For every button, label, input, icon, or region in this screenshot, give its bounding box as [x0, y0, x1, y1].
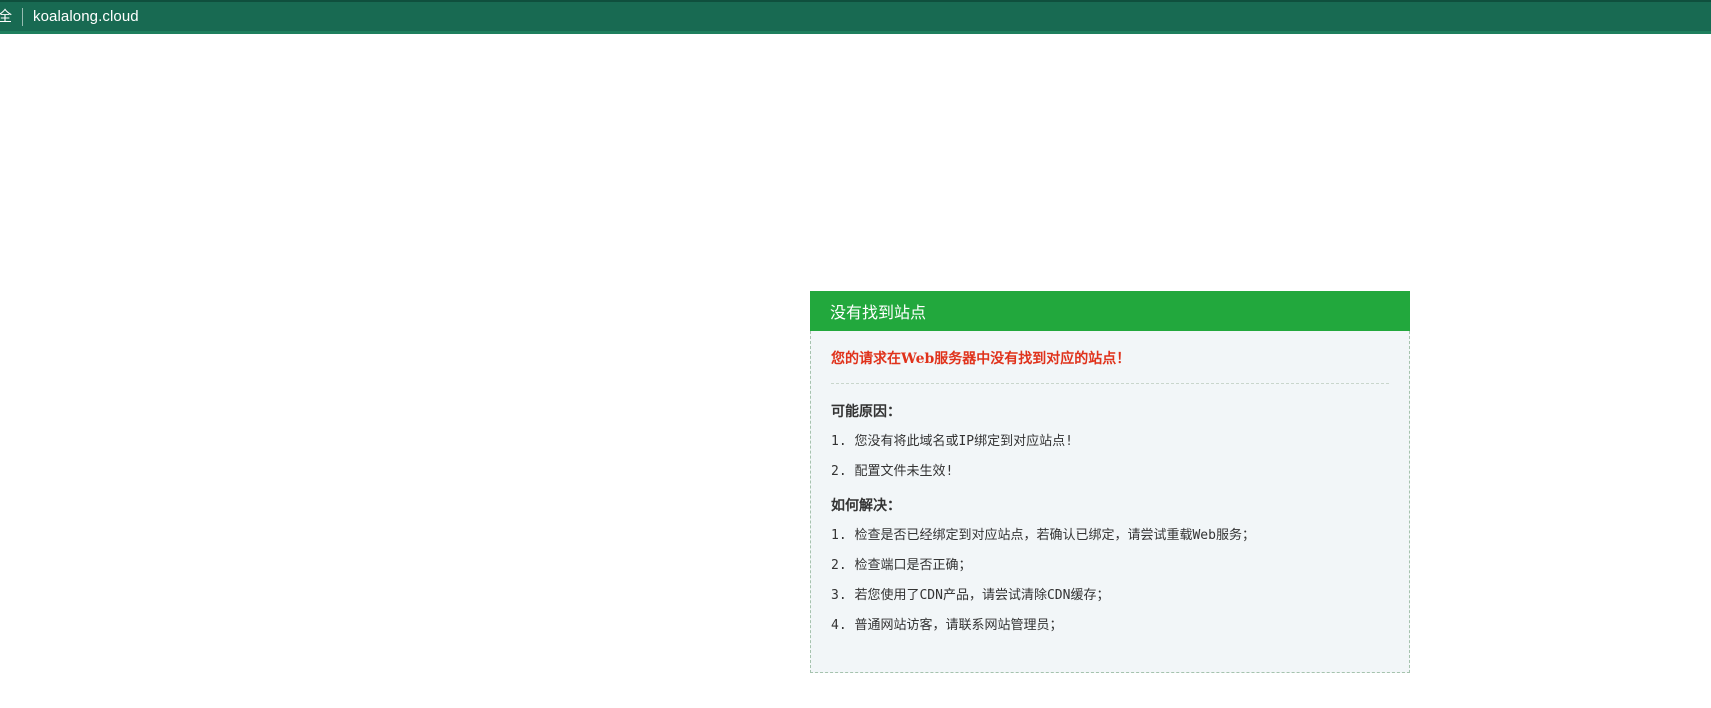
reasons-list: 1. 您没有将此域名或IP绑定到对应站点! 2. 配置文件未生效! — [831, 432, 1389, 482]
solution-item: 4. 普通网站访客，请联系网站管理员； — [831, 618, 1063, 633]
solutions-list: 1. 检查是否已经绑定到对应站点，若确认已绑定，请尝试重载Web服务； 2. 检… — [831, 526, 1389, 636]
error-message: 您的请求在Web服务器中没有找到对应的站点！ — [831, 349, 1389, 384]
error-panel: 没有找到站点 您的请求在Web服务器中没有找到对应的站点！ 可能原因： 1. 您… — [810, 291, 1410, 673]
site-info-icon[interactable]: 全 — [0, 10, 12, 24]
solution-item: 3. 若您使用了CDN产品，请尝试清除CDN缓存； — [831, 588, 1110, 603]
reason-item: 1. 您没有将此域名或IP绑定到对应站点! — [831, 434, 1073, 449]
reason-item: 2. 配置文件未生效! — [831, 464, 954, 479]
panel-body: 您的请求在Web服务器中没有找到对应的站点！ 可能原因： 1. 您没有将此域名或… — [810, 331, 1410, 673]
solution-item: 2. 检查端口是否正确； — [831, 558, 972, 573]
solution-item: 1. 检查是否已经绑定到对应站点，若确认已绑定，请尝试重载Web服务； — [831, 528, 1255, 543]
address-bar: 全 koalalong.cloud — [0, 0, 1711, 34]
reasons-title: 可能原因： — [831, 404, 901, 420]
address-bar-divider — [22, 7, 23, 26]
solutions-title: 如何解决： — [831, 498, 901, 514]
url-text[interactable]: koalalong.cloud — [33, 8, 139, 25]
panel-header: 没有找到站点 — [810, 291, 1410, 331]
panel-title: 没有找到站点 — [830, 303, 927, 322]
